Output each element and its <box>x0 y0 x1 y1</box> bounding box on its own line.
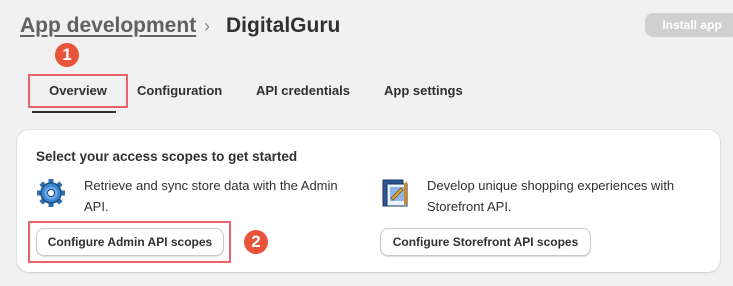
page-header: App development › DigitalGuru Install ap… <box>20 12 733 42</box>
tab-configuration[interactable]: Configuration <box>137 74 222 110</box>
gear-icon <box>37 179 65 207</box>
tab-selected-indicator <box>32 111 116 113</box>
breadcrumb-chevron-icon: › <box>204 16 210 36</box>
install-app-button[interactable]: Install app <box>645 13 733 37</box>
tab-app-settings[interactable]: App settings <box>384 74 463 110</box>
storefront-api-description: Develop unique shopping experiences with… <box>427 178 675 214</box>
configure-storefront-api-scopes-button[interactable]: Configure Storefront API scopes <box>380 228 591 256</box>
tab-overview[interactable]: Overview <box>28 74 128 108</box>
storefront-icon <box>382 179 408 207</box>
step-marker-2: 2 <box>244 230 268 254</box>
access-scopes-card: Select your access scopes to get started… <box>17 130 720 272</box>
step-marker-1: 1 <box>55 43 79 67</box>
configure-admin-api-scopes-button[interactable]: Configure Admin API scopes <box>36 228 224 256</box>
page-title: DigitalGuru <box>226 14 341 37</box>
admin-api-description: Retrieve and sync store data with the Ad… <box>84 178 338 214</box>
tab-api-credentials[interactable]: API credentials <box>256 74 350 110</box>
tab-bar: Overview Configuration API credentials A… <box>20 74 720 114</box>
card-title: Select your access scopes to get started <box>36 149 298 164</box>
breadcrumb-app-development-link[interactable]: App development <box>20 14 196 38</box>
